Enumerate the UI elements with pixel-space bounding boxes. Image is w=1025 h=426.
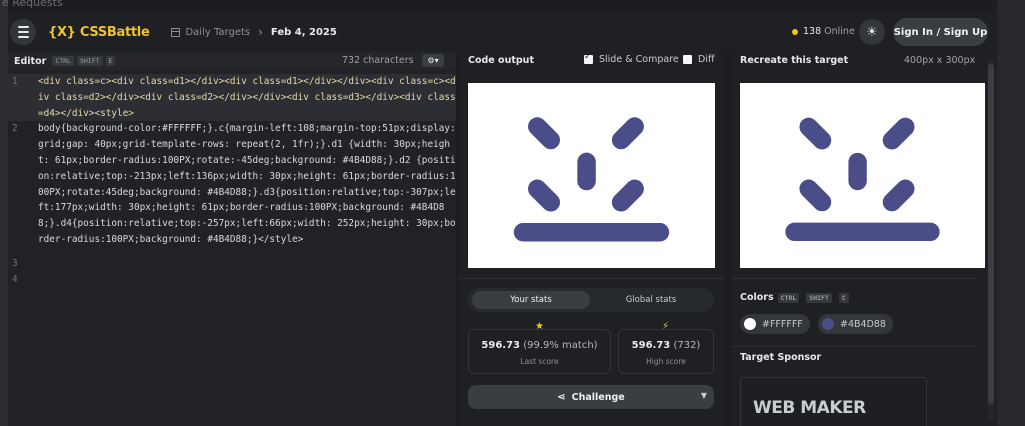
top-header: {X} CSSBattle Daily Targets › Feb 4, 202…	[8, 12, 997, 52]
challenge-label: Challenge	[571, 391, 625, 403]
online-dot-icon	[792, 28, 798, 35]
color-hex: #4B4D88	[840, 318, 886, 330]
output-bar	[513, 222, 670, 242]
background-window-right	[997, 0, 1025, 426]
breadcrumb: Daily Targets › Feb 4, 2025	[171, 25, 337, 39]
shortcut-key: CTRL	[52, 56, 74, 66]
target-divider	[732, 278, 978, 279]
code-line[interactable]: 2 body{background-color:#FFFFFF;}.c{marg…	[8, 121, 456, 247]
logo[interactable]: {X} CSSBattle	[48, 25, 150, 40]
high-score-value: 596.73 (732)	[631, 340, 701, 351]
editor-panel: Editor CTRL SHIFT E 732 characters ⚙▾ 1 …	[8, 52, 456, 426]
color-dot	[822, 318, 834, 330]
app-window: { "background": { "partial_text": "e Req…	[0, 0, 1025, 426]
target-size: 400px x 300px	[904, 55, 976, 66]
output-pill	[611, 179, 644, 212]
code-line-text[interactable]: <div class=c><div class=d1></div><div cl…	[38, 74, 456, 121]
breadcrumb-parent-link[interactable]: Daily Targets	[185, 27, 250, 38]
code-line[interactable]: 1 <div class=c><div class=d1></div><div …	[8, 74, 456, 122]
sun-icon: ☀	[866, 24, 878, 40]
menu-button[interactable]	[10, 19, 36, 45]
high-score-card: 596.73 (732) High score	[618, 329, 714, 374]
tab-global-stats[interactable]: Global stats	[592, 291, 710, 309]
color-dot	[744, 318, 756, 330]
output-divider	[459, 278, 724, 279]
output-pill	[611, 117, 644, 150]
stats-tabs: Your stats Global stats	[468, 288, 714, 312]
target-pill	[799, 117, 832, 150]
last-score-value: 596.73 (99.9% match)	[481, 340, 598, 351]
code-line-text[interactable]: body{background-color:#FFFFFF;}.c{margin…	[38, 121, 456, 247]
code-line-text[interactable]	[38, 272, 456, 288]
breadcrumb-current: Feb 4, 2025	[270, 26, 337, 38]
challenge-button[interactable]: ⋖ Challenge ▼	[468, 385, 714, 409]
line-number: 3	[12, 257, 18, 269]
signin-button[interactable]: Sign In / Sign Up	[893, 18, 988, 46]
color-swatch-white[interactable]: #FFFFFF	[740, 314, 810, 334]
slide-compare-label[interactable]: Slide & Compare	[599, 54, 679, 65]
output-pill	[528, 117, 561, 150]
line-number: 1	[12, 76, 18, 87]
line-number: 2	[12, 123, 18, 135]
calendar-icon	[171, 27, 181, 37]
shortcut-key: CTRL	[777, 292, 800, 303]
editor-title: Editor	[14, 55, 47, 67]
gear-icon: ⚙▾	[427, 56, 439, 65]
target-title: Recreate this target	[740, 55, 849, 66]
output-pill	[528, 179, 561, 212]
shortcut-key: SHIFT	[76, 56, 103, 66]
target-shapes	[785, 117, 940, 242]
target-pill	[882, 117, 915, 150]
code-line[interactable]: 4	[8, 272, 456, 288]
target-pill	[848, 152, 867, 191]
online-status: 138 Online	[792, 26, 855, 37]
character-count: 732 characters	[342, 55, 414, 66]
chevron-down-icon[interactable]: ▼	[701, 391, 707, 400]
target-pill	[882, 179, 915, 212]
output-canvas[interactable]	[468, 83, 715, 268]
background-window-left	[0, 0, 8, 426]
tab-your-stats[interactable]: Your stats	[472, 291, 590, 309]
code-output-title: Code output	[468, 55, 534, 66]
code-line[interactable]: 3	[8, 256, 456, 272]
last-score-card: 596.73 (99.9% match) Last score	[468, 329, 611, 374]
line-number: 4	[12, 273, 18, 285]
share-icon: ⋖	[557, 391, 566, 403]
target-panel: Recreate this target 400px x 300px Color…	[732, 52, 997, 426]
shortcut-key: C	[838, 292, 849, 303]
slide-compare-checkbox[interactable]	[584, 52, 593, 64]
sponsor-heading: Target Sponsor	[740, 352, 822, 363]
sponsor-logo: WEB MAKER	[753, 398, 866, 418]
high-score-label: High score	[646, 357, 686, 366]
target-bar	[785, 222, 940, 242]
output-pill	[577, 152, 596, 191]
sponsor-card[interactable]: WEB MAKER	[740, 377, 927, 426]
color-hex: #FFFFFF	[762, 318, 803, 330]
code-line-text[interactable]	[38, 256, 456, 272]
diff-label[interactable]: Diff	[698, 54, 715, 65]
color-swatch-purple[interactable]: #4B4D88	[818, 314, 893, 334]
shortcut-key: SHIFT	[806, 292, 832, 303]
theme-toggle-button[interactable]: ☀	[859, 19, 885, 45]
target-divider	[732, 346, 978, 347]
code-output-panel: Code output Slide & Compare Diff Your st…	[459, 52, 724, 426]
shortcut-key: E	[105, 56, 116, 66]
output-shapes	[513, 117, 670, 242]
target-pill	[799, 179, 832, 212]
diff-checkbox[interactable]	[683, 55, 692, 64]
online-label: Online	[824, 26, 855, 37]
editor-header: Editor CTRL SHIFT E 732 characters ⚙▾	[8, 52, 456, 70]
target-canvas[interactable]	[740, 83, 985, 268]
scrollbar-thumb[interactable]	[988, 64, 994, 404]
last-score-label: Last score	[520, 357, 559, 366]
chevron-right-icon: ›	[258, 25, 263, 39]
menu-icon	[17, 26, 29, 28]
online-count: 138	[803, 26, 822, 37]
background-window-text: e Requests	[2, 0, 63, 9]
code-editor[interactable]: 1 <div class=c><div class=d1></div><div …	[8, 74, 456, 287]
colors-heading: Colors CTRL SHIFT C	[740, 292, 852, 303]
editor-settings-button[interactable]: ⚙▾	[422, 54, 444, 67]
